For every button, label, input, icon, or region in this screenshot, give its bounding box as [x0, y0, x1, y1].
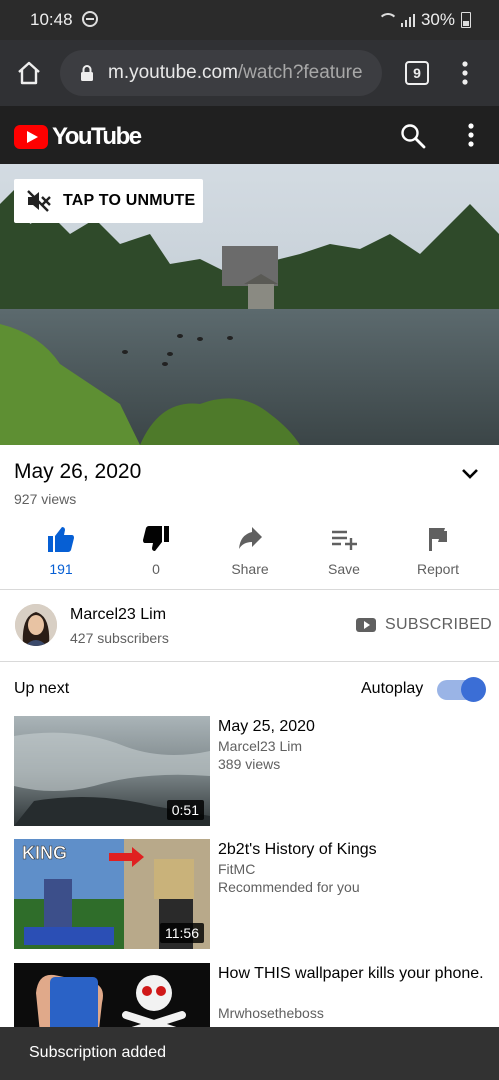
- video-duration: 0:51: [166, 800, 204, 820]
- url-path: /watch?feature: [237, 62, 363, 83]
- report-button[interactable]: Report: [398, 522, 478, 577]
- save-label: Save: [328, 561, 360, 577]
- video-item-title: 2b2t's History of Kings: [218, 841, 377, 858]
- status-bar: 10:48 30%: [0, 0, 499, 40]
- status-time: 10:48: [30, 10, 73, 29]
- tap-to-unmute-button[interactable]: TAP TO UNMUTE: [14, 179, 203, 223]
- snackbar-message: Subscription added: [29, 1044, 166, 1061]
- url-text: m.youtube.com/watch?feature: [108, 62, 363, 84]
- share-label: Share: [231, 561, 269, 577]
- autoplay-toggle[interactable]: [437, 677, 486, 702]
- youtube-play-icon: [14, 125, 48, 149]
- video-thumbnail[interactable]: 0:51: [14, 716, 210, 826]
- flag-icon: [429, 528, 447, 551]
- thumbs-up-icon: [48, 527, 74, 552]
- autoplay-label: Autoplay: [361, 680, 424, 697]
- video-player[interactable]: TAP TO UNMUTE: [0, 164, 499, 445]
- video-item-info: Recommended for you: [218, 879, 360, 895]
- divider: [0, 589, 499, 590]
- youtube-header: YouTube: [0, 106, 499, 164]
- video-duration: 11:56: [160, 923, 204, 943]
- view-count: 927 views: [14, 491, 77, 507]
- snackbar: Subscription added: [0, 1027, 499, 1080]
- action-bar: 191 0 Share Save Report: [0, 522, 499, 588]
- video-thumbnail[interactable]: KING 11:56: [14, 839, 210, 949]
- subscriber-count: 427 subscribers: [70, 630, 169, 646]
- channel-avatar-image: [15, 604, 57, 646]
- do-not-disturb-icon: [82, 11, 98, 27]
- tap-to-unmute-label: TAP TO UNMUTE: [63, 192, 196, 209]
- list-item[interactable]: KING 11:56 2b2t's History of Kings FitMC…: [0, 839, 499, 951]
- more-options-icon[interactable]: [464, 122, 478, 148]
- like-button[interactable]: 191: [21, 522, 101, 577]
- video-item-channel: Marcel23 Lim: [218, 738, 303, 754]
- youtube-wordmark: YouTube: [52, 123, 142, 150]
- video-item-title: How THIS wallpaper kills your phone.: [218, 965, 484, 982]
- search-icon[interactable]: [400, 123, 426, 149]
- toggle-knob: [461, 677, 486, 702]
- video-item-title: May 25, 2020: [218, 718, 315, 735]
- address-bar[interactable]: m.youtube.com/watch?feature: [60, 50, 382, 96]
- youtube-logo[interactable]: YouTube: [14, 123, 142, 151]
- video-item-info: 389 views: [218, 756, 281, 772]
- wifi-icon: [377, 13, 398, 27]
- video-item-channel: FitMC: [218, 861, 256, 877]
- home-icon[interactable]: [16, 60, 42, 86]
- lock-icon: [81, 65, 93, 81]
- battery-percent: 30%: [420, 10, 455, 29]
- list-item[interactable]: 0:51 May 25, 2020 Marcel23 Lim 389 views: [0, 716, 499, 828]
- tab-switcher-button[interactable]: 9: [405, 61, 429, 85]
- browser-menu-icon[interactable]: [458, 60, 472, 86]
- channel-name[interactable]: Marcel23 Lim: [70, 606, 166, 624]
- subscribed-label: SUBSCRIBED: [385, 616, 493, 633]
- channel-row: Marcel23 Lim 427 subscribers SUBSCRIBED: [0, 591, 499, 661]
- like-count: 191: [49, 561, 73, 577]
- battery-icon: [461, 12, 471, 28]
- save-button[interactable]: Save: [304, 522, 384, 577]
- thumbs-down-icon: [143, 526, 169, 551]
- share-icon: [239, 527, 262, 549]
- dislike-button[interactable]: 0: [116, 522, 196, 577]
- playlist-add-icon: [332, 530, 357, 550]
- share-button[interactable]: Share: [210, 522, 290, 577]
- divider: [0, 661, 499, 662]
- dislike-count: 0: [152, 561, 160, 577]
- signal-icon: [400, 13, 415, 27]
- chevron-down-icon[interactable]: [460, 466, 480, 482]
- video-item-channel: Mrwhosetheboss: [218, 1005, 324, 1021]
- up-next-heading: Up next: [14, 680, 70, 697]
- browser-toolbar: m.youtube.com/watch?feature 9: [0, 40, 499, 106]
- video-title: May 26, 2020: [14, 460, 142, 483]
- url-host: m.youtube.com: [108, 62, 238, 83]
- mute-icon: [27, 190, 51, 212]
- subscribed-button[interactable]: SUBSCRIBED: [356, 616, 492, 634]
- youtube-subscription-icon: [356, 618, 376, 632]
- avatar[interactable]: [15, 604, 57, 646]
- report-label: Report: [416, 561, 460, 577]
- thumbnail-text: KING: [22, 843, 67, 863]
